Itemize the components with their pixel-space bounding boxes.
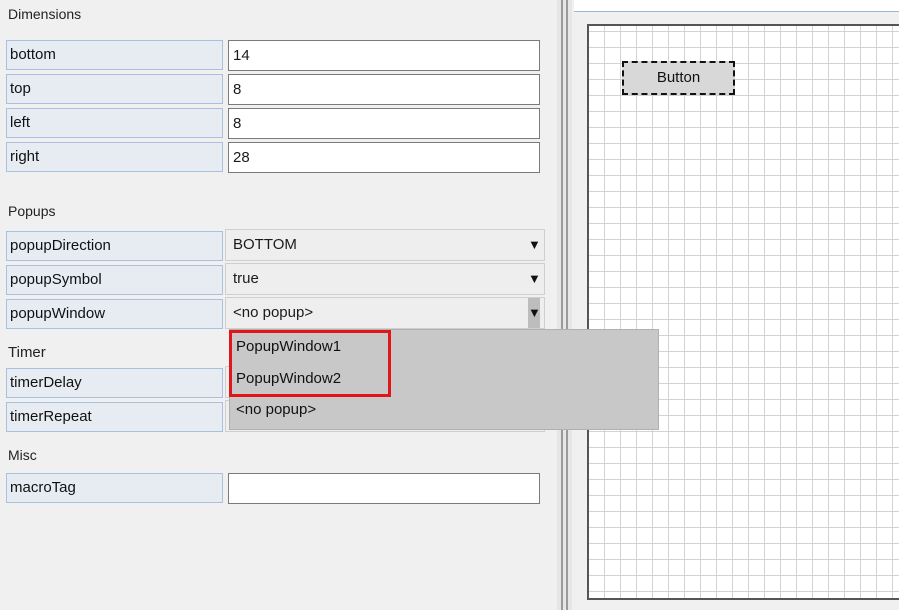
section-title-misc: Misc	[8, 447, 37, 463]
property-label-top: top	[6, 74, 223, 104]
dropdown-option-popupwindow2[interactable]: PopupWindow2	[236, 370, 341, 387]
chevron-down-icon[interactable]: ▼	[528, 264, 541, 294]
popup-direction-value: BOTTOM	[233, 236, 297, 253]
splitter-line	[566, 0, 568, 610]
property-label-popup-window: popupWindow	[6, 299, 223, 329]
popup-symbol-value: true	[233, 270, 259, 287]
property-input-top[interactable]: 8	[228, 74, 540, 105]
property-label-left: left	[6, 108, 223, 138]
popup-symbol-select[interactable]: true ▼	[225, 263, 545, 295]
property-label-timer-delay: timerDelay	[6, 368, 223, 398]
section-title-popups: Popups	[8, 203, 56, 219]
popup-window-dropdown-list: PopupWindow1 PopupWindow2 <no popup>	[229, 329, 659, 430]
property-input-left[interactable]: 8	[228, 108, 540, 139]
chevron-down-icon[interactable]: ▼	[528, 298, 541, 328]
property-label-popup-direction: popupDirection	[6, 231, 223, 261]
dropdown-option-popupwindow1[interactable]: PopupWindow1	[236, 338, 341, 355]
property-label-macro-tag: macroTag	[6, 473, 223, 503]
property-input-macro-tag[interactable]	[228, 473, 540, 504]
property-label-right: right	[6, 142, 223, 172]
section-title-dimensions: Dimensions	[8, 6, 82, 22]
canvas-header-strip	[574, 0, 899, 12]
property-label-timer-repeat: timerRepeat	[6, 402, 223, 432]
chevron-down-icon[interactable]: ▼	[528, 230, 541, 260]
panel-splitter[interactable]	[557, 0, 572, 610]
popup-window-select[interactable]: <no popup> ▼	[225, 297, 545, 329]
property-label-popup-symbol: popupSymbol	[6, 265, 223, 295]
canvas-button-widget[interactable]: Button	[622, 61, 735, 95]
popup-direction-select[interactable]: BOTTOM ▼	[225, 229, 545, 261]
property-panel: Dimensions bottom 14 top 8 left 8 right …	[0, 0, 557, 610]
section-title-timer: Timer	[8, 344, 46, 361]
property-label-bottom: bottom	[6, 40, 223, 70]
design-canvas[interactable]	[587, 24, 899, 600]
property-input-right[interactable]: 28	[228, 142, 540, 173]
dropdown-option-no-popup[interactable]: <no popup>	[236, 401, 316, 418]
popup-window-value: <no popup>	[233, 304, 314, 321]
splitter-line	[561, 0, 563, 610]
property-input-bottom[interactable]: 14	[228, 40, 540, 71]
